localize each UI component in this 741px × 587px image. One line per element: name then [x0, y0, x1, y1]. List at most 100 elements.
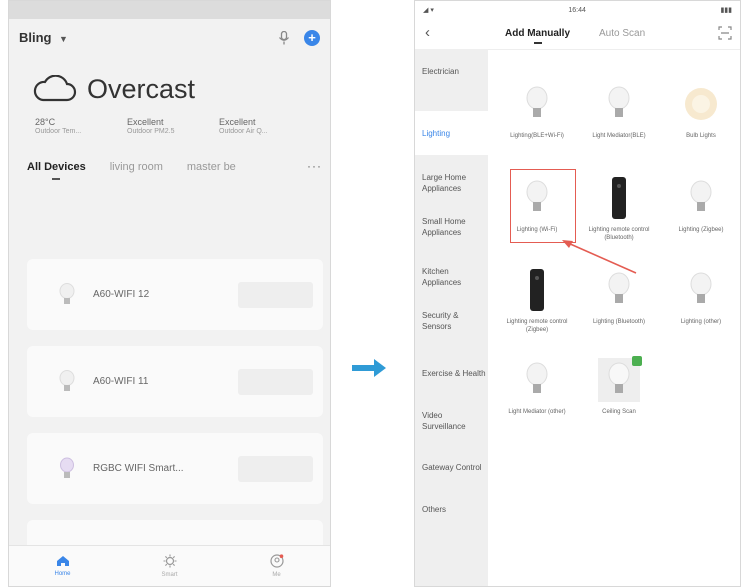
- stat-label: Outdoor PM2.5: [127, 128, 175, 135]
- tab-master-bedroom[interactable]: master be: [187, 161, 236, 173]
- right-phone-screen: ◢ ▾ 16:44 ▮▮▮ ‹ Add Manually Auto Scan E…: [414, 0, 741, 587]
- category-item-active[interactable]: Lighting: [415, 111, 488, 155]
- status-time: 16:44: [568, 6, 586, 14]
- home-title: Bling: [19, 30, 52, 45]
- home-selector[interactable]: Bling ▼: [19, 29, 68, 47]
- chevron-down-icon: ▼: [58, 34, 68, 44]
- device-action-button[interactable]: [238, 281, 313, 308]
- more-rooms-button[interactable]: ···: [307, 159, 322, 173]
- device-tile[interactable]: Lighting remote control (Bluetooth): [578, 173, 660, 242]
- device-card[interactable]: A60-WIFI 11: [27, 346, 323, 417]
- left-phone-screen: Bling ▼ + Overcast 28°C Outdoor Tem... E…: [8, 0, 331, 587]
- pointer-arrow-icon: [562, 240, 637, 274]
- device-name: RGBC WIFI Smart...: [93, 463, 184, 474]
- device-tile[interactable]: Lighting (Zigbee): [660, 173, 740, 234]
- scan-icon[interactable]: [718, 26, 732, 40]
- bulb-icon: [608, 272, 630, 303]
- bulb-icon: [608, 362, 630, 393]
- device-tile[interactable]: Lighting(BLE+Wi-Fi): [496, 79, 578, 140]
- remote-icon: [530, 269, 544, 311]
- stat-label: Outdoor Air Q...: [219, 128, 268, 135]
- device-tile-label: Lighting (Zigbee): [678, 227, 724, 233]
- nav-home[interactable]: Home: [33, 555, 93, 577]
- cloud-icon: [33, 75, 77, 102]
- device-tile-label: Lighting (other): [680, 319, 722, 325]
- category-sidebar: Electrician Lighting Large Home Applianc…: [415, 49, 488, 586]
- category-item[interactable]: Small Home Appliances: [415, 209, 488, 245]
- tab-add-manually[interactable]: Add Manually: [505, 28, 570, 44]
- status-bar: ◢ ▾ 16:44 ▮▮▮: [415, 1, 740, 19]
- device-name: A60-WIFI 11: [93, 376, 149, 387]
- tab-all-devices[interactable]: All Devices: [27, 161, 86, 180]
- device-card[interactable]: A60-WIFI 12: [27, 259, 323, 330]
- device-tile-label: Bulb Lights: [686, 133, 716, 139]
- bulb-icon: [608, 86, 630, 117]
- weather-stat: 28°C Outdoor Tem...: [35, 117, 105, 135]
- room-tabs: All Devices living room master be ···: [9, 135, 330, 180]
- rgb-bulb-icon: [60, 457, 74, 478]
- category-item[interactable]: Exercise & Health: [415, 355, 488, 391]
- new-badge-icon: [632, 356, 642, 366]
- device-list: A60-WIFI 12 A60-WIFI 11 RGBC WIFI Smart.…: [27, 259, 323, 586]
- stat-label: Outdoor Tem...: [35, 128, 82, 135]
- nav-me[interactable]: Me: [247, 554, 307, 578]
- device-tile-label: Lighting (Bluetooth): [592, 319, 646, 325]
- device-tile[interactable]: Lighting (other): [660, 265, 740, 326]
- microphone-icon[interactable]: [278, 31, 290, 45]
- device-tile[interactable]: Light Mediator (other): [496, 355, 578, 416]
- arrow-right-icon: [352, 359, 386, 377]
- device-tile[interactable]: Ceiling Scan: [578, 355, 660, 416]
- bulb-icon: [59, 282, 75, 304]
- add-device-button[interactable]: +: [304, 30, 320, 46]
- bottom-navigation: Home Smart Me: [9, 545, 330, 586]
- device-tile[interactable]: Bulb Lights: [660, 79, 740, 140]
- device-type-grid: Lighting(BLE+Wi-Fi) Light Mediator(BLE) …: [488, 49, 740, 586]
- category-item[interactable]: Video Surveillance: [415, 403, 488, 439]
- selection-highlight: [510, 169, 576, 243]
- category-item[interactable]: Large Home Appliances: [415, 165, 488, 201]
- stat-value: 28°C: [35, 117, 56, 127]
- category-item[interactable]: Others: [415, 497, 488, 521]
- bulb-icon: [526, 86, 548, 117]
- home-header: Bling ▼ +: [9, 19, 330, 57]
- stat-value: Excellent: [219, 117, 256, 127]
- weather-condition: Overcast: [87, 73, 196, 104]
- category-item[interactable]: Kitchen Appliances: [415, 259, 488, 295]
- bulb-icon: [526, 362, 548, 393]
- device-tile-label: Light Mediator(BLE): [592, 133, 646, 139]
- category-item[interactable]: Gateway Control: [415, 449, 488, 485]
- category-item[interactable]: Security & Sensors: [415, 303, 488, 339]
- back-button[interactable]: ‹: [425, 24, 430, 41]
- weather-stat: Excellent Outdoor PM2.5: [127, 117, 197, 135]
- bulb-icon: [59, 369, 75, 391]
- signal-icon: ◢ ▾: [423, 7, 434, 14]
- nav-me-label: Me: [272, 572, 281, 578]
- device-action-button[interactable]: [238, 368, 313, 395]
- user-icon: [269, 554, 284, 568]
- remote-icon: [612, 177, 626, 219]
- device-tile-label: Light Mediator (other): [508, 409, 566, 415]
- bulb-icon: [690, 180, 712, 211]
- tab-living-room[interactable]: living room: [110, 161, 163, 173]
- bulb-icon: [690, 272, 712, 303]
- stat-value: Excellent: [127, 117, 164, 127]
- category-item[interactable]: Electrician: [415, 49, 488, 93]
- nav-smart-label: Smart: [161, 572, 178, 578]
- device-card[interactable]: RGBC WIFI Smart...: [27, 433, 323, 504]
- device-tile-label: Lighting remote control (Zigbee): [506, 319, 568, 333]
- tab-auto-scan[interactable]: Auto Scan: [599, 28, 645, 39]
- device-tile-label: Ceiling Scan: [602, 409, 636, 415]
- home-icon: [56, 556, 69, 566]
- device-name: A60-WIFI 12: [93, 289, 150, 300]
- device-action-button[interactable]: [238, 455, 313, 482]
- nav-home-label: Home: [54, 571, 71, 577]
- weather-panel: Overcast: [9, 57, 330, 111]
- weather-stats: 28°C Outdoor Tem... Excellent Outdoor PM…: [9, 111, 330, 135]
- add-device-header: ‹ Add Manually Auto Scan: [415, 19, 740, 50]
- status-bar: [9, 1, 330, 19]
- weather-stat: Excellent Outdoor Air Q...: [219, 117, 289, 135]
- device-tile[interactable]: Light Mediator(BLE): [578, 79, 660, 140]
- nav-smart[interactable]: Smart: [140, 554, 200, 578]
- glow-icon: [685, 88, 717, 120]
- battery-icon: ▮▮▮: [720, 7, 732, 14]
